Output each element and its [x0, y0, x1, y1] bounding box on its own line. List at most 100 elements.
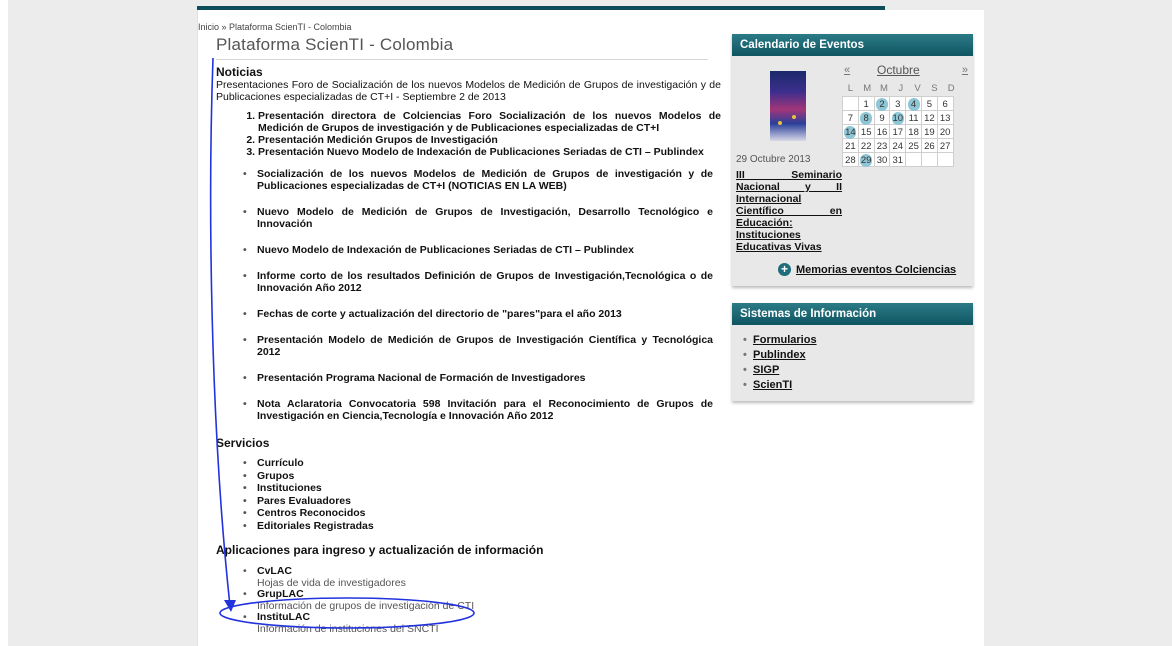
- calendar-dow: M: [875, 81, 893, 96]
- calendar-day[interactable]: 7: [842, 110, 859, 125]
- calendar-week-row: 7 8 9 10 11 12 13: [842, 110, 960, 125]
- calendar-day[interactable]: 4: [905, 96, 922, 111]
- calendar-day[interactable]: 16: [873, 124, 891, 139]
- app-link-gruplac[interactable]: GrupLAC: [257, 588, 721, 601]
- calendar-event-day[interactable]: 10: [891, 112, 904, 125]
- event-title-link[interactable]: III Seminario Nacional y II Internaciona…: [736, 169, 842, 253]
- calendar-day[interactable]: 22: [857, 138, 875, 153]
- news-item-link[interactable]: Fechas de corte y actualización del dire…: [243, 308, 721, 320]
- sistema-link-sigp[interactable]: SIGP: [743, 363, 973, 378]
- calendar-day[interactable]: 27: [936, 138, 954, 153]
- calendar-day[interactable]: 19: [920, 124, 938, 139]
- calendar-day[interactable]: 11: [905, 110, 922, 125]
- calendar-day[interactable]: 23: [873, 138, 891, 153]
- calendar-dow: M: [858, 81, 876, 96]
- calendar-day[interactable]: 26: [920, 138, 938, 153]
- page-title: Plataforma ScienTI - Colombia: [216, 35, 708, 60]
- servicio-link-editoriales[interactable]: Editoriales Registradas: [243, 520, 721, 533]
- calendar-day[interactable]: 30: [873, 152, 891, 167]
- prev-month-link[interactable]: «: [844, 64, 850, 76]
- news-item-link[interactable]: Nuevo Modelo de Medición de Grupos de In…: [243, 206, 721, 230]
- servicio-link-pares[interactable]: Pares Evaluadores: [243, 495, 721, 508]
- calendar-week-row: 123456: [842, 96, 960, 111]
- calendar-empty-cell: [905, 152, 922, 167]
- calendar-day[interactable]: 17: [889, 124, 907, 139]
- calendar-day[interactable]: 28: [842, 152, 859, 167]
- breadcrumb[interactable]: Inicio » Plataforma ScienTI - Colombia: [198, 22, 352, 32]
- calendar-day[interactable]: 9: [873, 110, 891, 125]
- calendario-box: Calendario de Eventos « Octubre » LMMJVS…: [732, 34, 973, 286]
- aplicaciones-heading: Aplicaciones para ingreso y actualizació…: [216, 543, 544, 557]
- calendar-empty-cell: [842, 96, 859, 111]
- app-link-cvlac[interactable]: CvLAC: [257, 565, 721, 578]
- calendar-dow: V: [909, 81, 926, 96]
- noticias-heading: Noticias: [216, 65, 263, 79]
- servicio-link-centros[interactable]: Centros Reconocidos: [243, 507, 721, 520]
- memorias-link[interactable]: + Memorias eventos Colciencias: [778, 263, 957, 276]
- servicios-heading: Servicios: [216, 436, 270, 450]
- calendar-event-day[interactable]: 8: [860, 112, 873, 125]
- plus-icon[interactable]: +: [778, 263, 791, 276]
- calendar-day[interactable]: 21: [842, 138, 859, 153]
- news-item-link[interactable]: Socialización de los nuevos Modelos de M…: [243, 168, 721, 192]
- calendar-dow: D: [942, 81, 960, 96]
- calendar-day[interactable]: 2: [873, 96, 891, 111]
- calendar-empty-cell: [936, 152, 954, 167]
- calendar-week-row: 21 22 23 24 25 26 27: [842, 138, 960, 153]
- calendar-event-day[interactable]: 2: [875, 98, 888, 111]
- news-item-link[interactable]: Presentación Programa Nacional de Formac…: [243, 372, 721, 384]
- presentacion-link[interactable]: Presentación Medición Grupos de Investig…: [258, 134, 721, 146]
- calendar-week-row: 28 29 30 31: [842, 152, 960, 167]
- calendar-event-day[interactable]: 29: [860, 154, 873, 167]
- sistemas-box: Sistemas de Información Formularios Publ…: [732, 303, 973, 401]
- calendar-day[interactable]: 15: [857, 124, 875, 139]
- calendar-day[interactable]: 25: [905, 138, 922, 153]
- calendar-day[interactable]: 1: [857, 96, 875, 111]
- calendar-day[interactable]: 18: [905, 124, 922, 139]
- app-link-institulac[interactable]: InstituLAC: [257, 611, 721, 624]
- calendar-week-row: 14 15 16 17 18 19 20: [842, 124, 960, 139]
- left-margin: [0, 0, 8, 646]
- sistema-link-scienti[interactable]: ScienTI: [743, 378, 973, 393]
- calendar-day[interactable]: 5: [920, 96, 938, 111]
- calendar-day[interactable]: 24: [889, 138, 907, 153]
- news-item-link[interactable]: Nuevo Modelo de Indexación de Publicacio…: [243, 244, 721, 256]
- calendar-day[interactable]: 3: [889, 96, 907, 111]
- event-poster-image[interactable]: [770, 71, 806, 141]
- calendar-day[interactable]: 13: [936, 110, 954, 125]
- app-item-institulac: InstituLAC Información de instituciones …: [243, 611, 721, 635]
- sistema-link-publindex[interactable]: Publindex: [743, 348, 973, 363]
- sistemas-list: Formularios Publindex SIGP ScienTI: [732, 333, 973, 393]
- app-desc-institulac: Información de instituciones del SNCTI: [257, 622, 439, 635]
- calendar-dow-row: LMMJVSD: [842, 81, 960, 96]
- calendar-day[interactable]: 6: [936, 96, 954, 111]
- calendar-day[interactable]: 20: [936, 124, 954, 139]
- calendar-dow: L: [842, 81, 859, 96]
- presentacion-link[interactable]: Presentación directora de Colciencias Fo…: [258, 110, 721, 134]
- calendar-event-day[interactable]: 4: [907, 98, 920, 111]
- news-item-link[interactable]: Nota Aclaratoria Convocatoria 598 Invita…: [243, 398, 721, 422]
- servicio-link-curriculo[interactable]: Currículo: [243, 457, 721, 470]
- servicio-link-instituciones[interactable]: Instituciones: [243, 482, 721, 495]
- calendar-day[interactable]: 14: [842, 124, 859, 139]
- calendar-empty-cell: [920, 152, 938, 167]
- presentaciones-list: Presentación directora de Colciencias Fo…: [216, 110, 721, 158]
- month-label[interactable]: Octubre: [877, 63, 920, 77]
- calendario-title: Calendario de Eventos: [732, 34, 973, 56]
- main-content: Noticias Presentaciones Foro de Socializ…: [216, 65, 721, 635]
- calendar-day[interactable]: 10: [889, 110, 907, 125]
- calendar-day[interactable]: 29: [857, 152, 875, 167]
- calendar-day[interactable]: 31: [889, 152, 907, 167]
- calendar-day[interactable]: 12: [920, 110, 938, 125]
- memorias-label: Memorias eventos Colciencias: [796, 264, 957, 276]
- news-item-link[interactable]: Presentación Modelo de Medición de Grupo…: [243, 334, 721, 358]
- calendar-dow: S: [925, 81, 943, 96]
- app-item-gruplac: GrupLAC Información de grupos de investi…: [243, 588, 721, 612]
- servicio-link-grupos[interactable]: Grupos: [243, 470, 721, 483]
- sistema-link-formularios[interactable]: Formularios: [743, 333, 973, 348]
- presentacion-link[interactable]: Presentación Nuevo Modelo de Indexación …: [258, 146, 721, 158]
- calendar-day[interactable]: 8: [857, 110, 875, 125]
- news-item-link[interactable]: Informe corto de los resultados Definici…: [243, 270, 721, 294]
- calendar-event-day[interactable]: 14: [844, 126, 857, 139]
- next-month-link[interactable]: »: [962, 64, 968, 76]
